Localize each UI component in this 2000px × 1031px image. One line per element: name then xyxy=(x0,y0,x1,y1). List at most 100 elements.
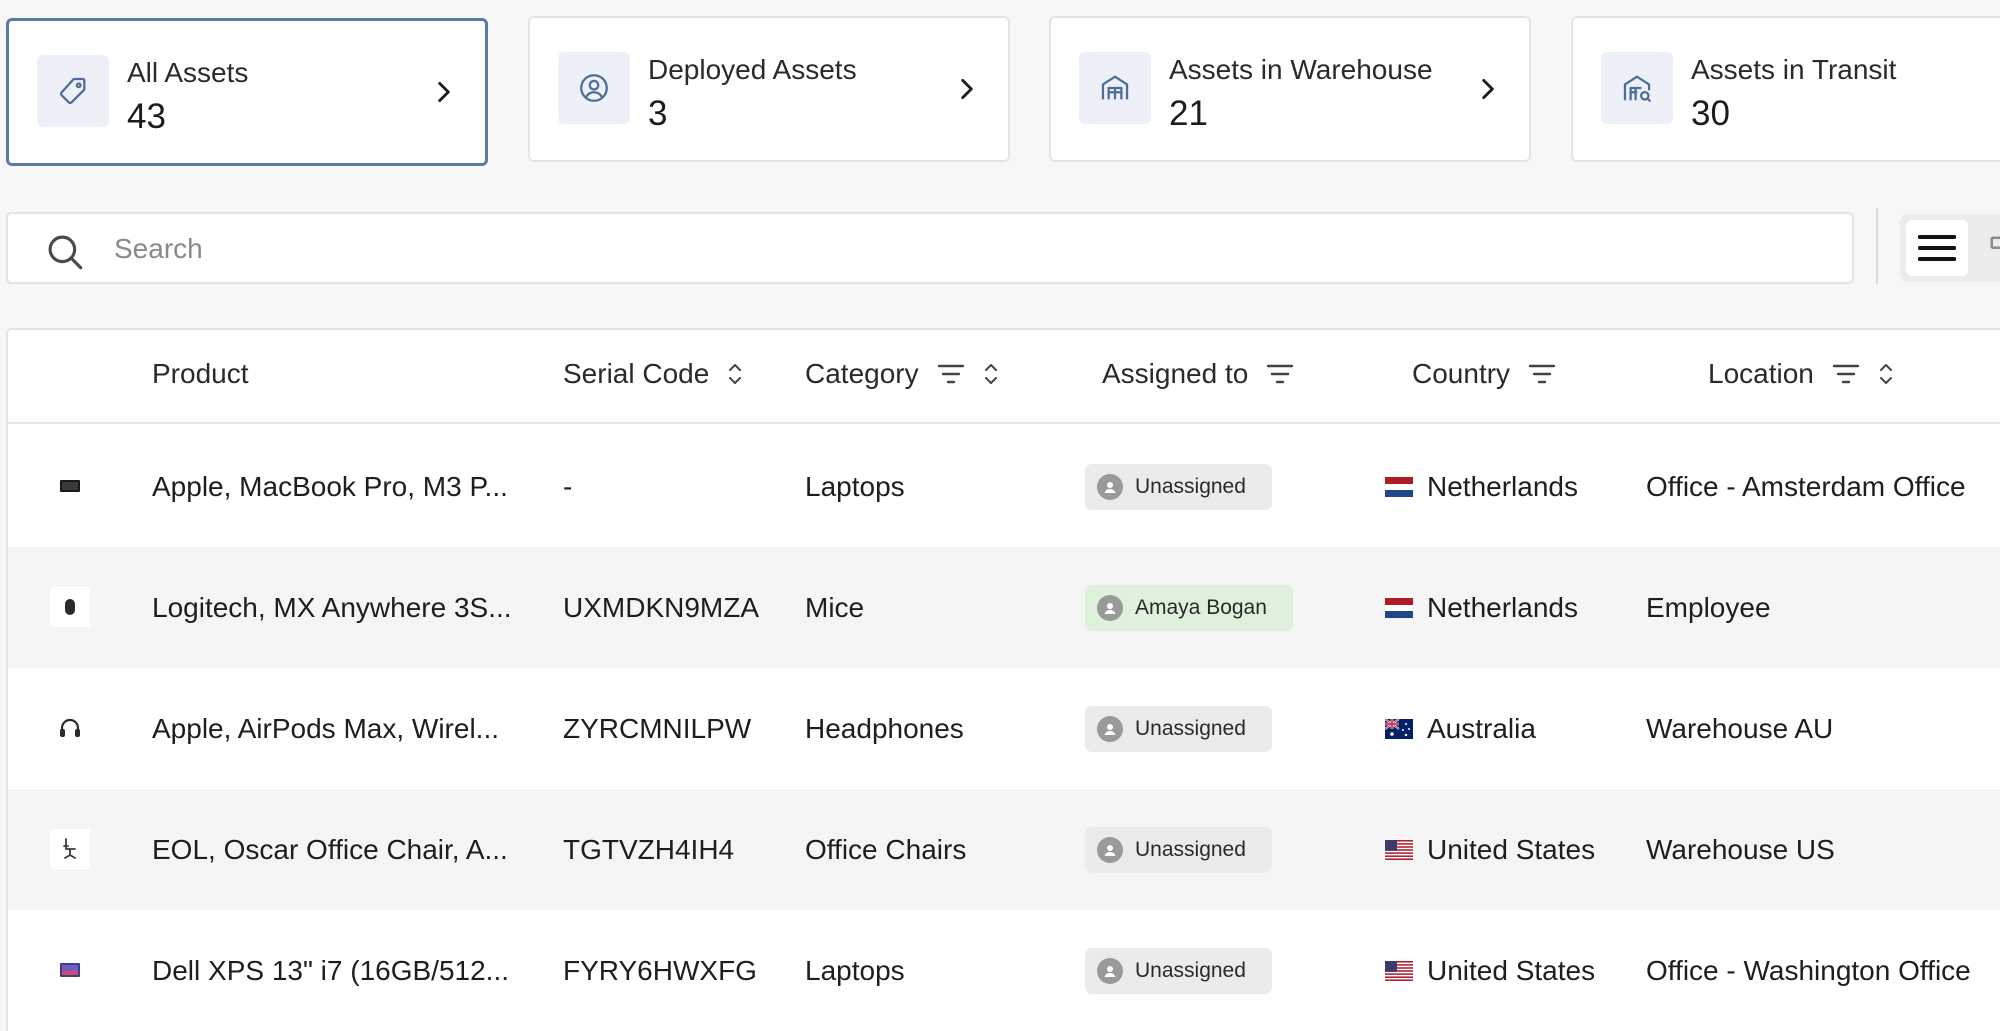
card-label: Deployed Assets xyxy=(648,54,857,85)
netherlands-flag-icon xyxy=(1385,597,1413,618)
card-all-assets[interactable]: All Assets 43 xyxy=(6,18,488,166)
assigned-to: Unassigned xyxy=(1085,668,1272,789)
assignee-name: Unassigned xyxy=(1135,716,1246,740)
assets-table: Product Serial Code Category Assigned to… xyxy=(6,328,2000,1031)
united-states-flag-icon xyxy=(1385,960,1413,981)
user-avatar-icon xyxy=(1097,957,1123,984)
category: Mice xyxy=(805,591,865,623)
table-row[interactable]: Apple, AirPods Max, Wirel... ZYRCMNILPW … xyxy=(8,668,2000,789)
card-value: 30 xyxy=(1691,94,1730,133)
warehouse-icon xyxy=(1079,52,1151,124)
chair-thumbnail xyxy=(50,829,90,869)
location: Office - Amsterdam Office xyxy=(1646,470,1966,502)
column-header-country[interactable]: Country xyxy=(1412,358,1556,390)
country: United States xyxy=(1385,910,1595,1031)
search-bar xyxy=(6,212,1854,284)
assignee-chip[interactable]: Unassigned xyxy=(1085,705,1272,752)
assigned-to: Unassigned xyxy=(1085,426,1272,547)
category: Laptops xyxy=(805,470,905,502)
serial-code: UXMDKN9MZA xyxy=(563,591,760,623)
assignee-name: Unassigned xyxy=(1135,837,1246,861)
column-header-location[interactable]: Location xyxy=(1708,358,1894,390)
laptop-thumbnail xyxy=(50,950,90,990)
card-label: Assets in Transit xyxy=(1691,54,1897,85)
sort-icon[interactable] xyxy=(983,361,999,387)
netherlands-flag-icon xyxy=(1385,476,1413,497)
warehouse-transit-icon xyxy=(1601,52,1673,124)
header-label: Category xyxy=(805,358,919,389)
sort-icon[interactable] xyxy=(1878,361,1894,387)
assignee-name: Unassigned xyxy=(1135,474,1246,498)
category: Headphones xyxy=(805,712,964,744)
column-header-product[interactable]: Product xyxy=(152,358,249,390)
list-icon xyxy=(1918,235,1956,261)
australia-flag-icon xyxy=(1385,718,1413,739)
assigned-to: Unassigned xyxy=(1085,789,1272,910)
laptop-thumbnail xyxy=(50,466,90,506)
assignee-chip[interactable]: Unassigned xyxy=(1085,947,1272,994)
card-assets-in-transit[interactable]: Assets in Transit 30 xyxy=(1571,16,2000,162)
assignee-chip[interactable]: Amaya Bogan xyxy=(1085,584,1293,631)
category: Office Chairs xyxy=(805,833,967,865)
country-name: United States xyxy=(1427,833,1596,865)
header-label: Serial Code xyxy=(563,358,710,389)
table-row[interactable]: EOL, Oscar Office Chair, A... TGTVZH4IH4… xyxy=(8,789,2000,910)
chevron-right-icon xyxy=(438,81,450,103)
user-avatar-icon xyxy=(1097,473,1123,500)
product-name: Apple, MacBook Pro, M3 P... xyxy=(152,470,508,502)
assignee-chip[interactable]: Unassigned xyxy=(1085,463,1272,510)
serial-code: TGTVZH4IH4 xyxy=(563,833,735,865)
location: Office - Washington Office xyxy=(1646,954,1971,986)
country: Netherlands xyxy=(1385,426,1578,547)
card-label: All Assets xyxy=(127,57,249,88)
card-value: 43 xyxy=(127,97,166,136)
location: Warehouse AU xyxy=(1646,712,1834,744)
chevron-right-icon xyxy=(1482,78,1494,100)
user-circle-icon xyxy=(558,52,630,124)
country-name: Australia xyxy=(1427,712,1536,744)
user-avatar-icon xyxy=(1097,594,1123,621)
column-header-assigned-to[interactable]: Assigned to xyxy=(1102,358,1294,390)
search-icon xyxy=(48,235,83,270)
country: United States xyxy=(1385,789,1595,910)
serial-code: FYRY6HWXFG xyxy=(563,954,757,986)
user-avatar-icon xyxy=(1097,715,1123,742)
toolbar-divider xyxy=(1876,208,1878,284)
asset-summary-cards: All Assets 43 Deployed Assets 3 Assets i… xyxy=(0,16,2000,166)
column-header-category[interactable]: Category xyxy=(805,358,999,390)
country-name: Netherlands xyxy=(1427,591,1578,623)
sort-icon[interactable] xyxy=(727,361,743,387)
filter-icon[interactable] xyxy=(1528,363,1556,385)
country: Australia xyxy=(1385,668,1536,789)
filter-icon[interactable] xyxy=(1832,363,1860,385)
assigned-to: Unassigned xyxy=(1085,910,1272,1031)
header-label: Assigned to xyxy=(1102,358,1249,389)
table-row[interactable]: Apple, MacBook Pro, M3 P... - Laptops Un… xyxy=(8,426,2000,547)
card-deployed-assets[interactable]: Deployed Assets 3 xyxy=(528,16,1010,162)
product-name: Dell XPS 13" i7 (16GB/512... xyxy=(152,954,510,986)
category: Laptops xyxy=(805,954,905,986)
assignee-name: Unassigned xyxy=(1135,958,1246,982)
filter-icon[interactable] xyxy=(937,363,965,385)
tag-icon xyxy=(37,55,109,127)
list-view-button[interactable] xyxy=(1906,220,1968,276)
filter-icon[interactable] xyxy=(1266,363,1294,385)
header-label: Location xyxy=(1708,358,1814,389)
user-avatar-icon xyxy=(1097,836,1123,863)
grid-view-icon[interactable] xyxy=(1988,234,2000,264)
location: Warehouse US xyxy=(1646,833,1835,865)
table-row[interactable]: Dell XPS 13" i7 (16GB/512... FYRY6HWXFG … xyxy=(8,910,2000,1031)
card-value: 3 xyxy=(648,94,668,133)
search-input[interactable] xyxy=(114,228,1814,270)
country-name: United States xyxy=(1427,954,1596,986)
product-name: Logitech, MX Anywhere 3S... xyxy=(152,591,512,623)
table-row[interactable]: Logitech, MX Anywhere 3S... UXMDKN9MZA M… xyxy=(8,547,2000,668)
card-assets-in-warehouse[interactable]: Assets in Warehouse 21 xyxy=(1049,16,1531,162)
view-toggle xyxy=(1900,214,2000,282)
location: Employee xyxy=(1646,591,1771,623)
country-name: Netherlands xyxy=(1427,470,1578,502)
product-name: EOL, Oscar Office Chair, A... xyxy=(152,833,508,865)
column-header-serial-code[interactable]: Serial Code xyxy=(563,358,743,390)
assignee-chip[interactable]: Unassigned xyxy=(1085,826,1272,873)
chevron-right-icon xyxy=(961,78,973,100)
